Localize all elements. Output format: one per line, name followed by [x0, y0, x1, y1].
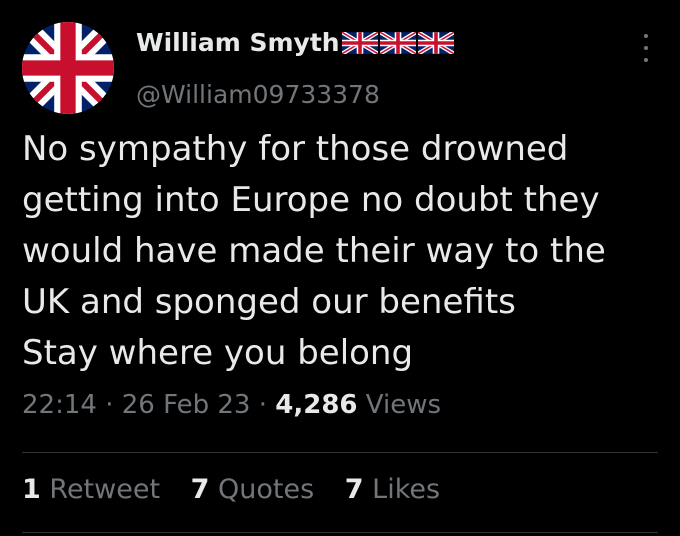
tweet-text: No sympathy for those drowned getting in…	[22, 124, 662, 379]
flag-emojis	[341, 31, 454, 54]
avatar[interactable]	[22, 22, 114, 114]
tweet-time[interactable]: 22:14	[22, 390, 97, 420]
uk-flag-icon	[417, 31, 454, 54]
tweet-text-line: UK and sponged our benefits	[22, 282, 516, 322]
likes-label: Likes	[372, 474, 441, 505]
divider	[22, 532, 658, 533]
views-count: 4,286	[275, 390, 358, 420]
display-name-row[interactable]: William Smyth	[136, 28, 454, 57]
uk-flag-avatar-icon	[22, 22, 114, 114]
retweets-label: Retweet	[49, 474, 161, 505]
views-label: Views	[365, 390, 442, 420]
uk-flag-icon	[379, 31, 416, 54]
likes-stat[interactable]: 7 Likes	[345, 474, 440, 505]
tweet-meta: 22:14 · 26 Feb 23 · 4,286 Views	[22, 390, 441, 420]
tweet-date[interactable]: 26 Feb 23	[122, 390, 251, 420]
divider	[22, 452, 658, 453]
user-handle[interactable]: @William09733378	[136, 80, 380, 109]
retweets-count: 1	[22, 474, 41, 505]
tweet-text-line: Stay where you belong	[22, 333, 414, 373]
tweet-card: William Smyth @William09733378 No sympat…	[0, 0, 680, 536]
quotes-label: Quotes	[218, 474, 315, 505]
likes-count: 7	[344, 474, 364, 505]
meta-separator: ·	[258, 390, 267, 420]
tweet-text-line: would have made their way to the	[22, 231, 606, 271]
meta-separator: ·	[105, 390, 114, 420]
engagement-stats: 1 Retweet 7 Quotes 7 Likes	[22, 474, 462, 505]
quotes-stat[interactable]: 7 Quotes	[191, 474, 315, 505]
uk-flag-icon	[341, 31, 378, 54]
tweet-text-line: No sympathy for those drowned	[22, 129, 569, 169]
display-name[interactable]: William Smyth	[136, 28, 340, 57]
tweet-text-line: getting into Europe no doubt they	[22, 180, 600, 220]
more-vertical-icon[interactable]	[636, 34, 656, 62]
retweets-stat[interactable]: 1 Retweet	[22, 474, 160, 505]
quotes-count: 7	[190, 474, 210, 505]
